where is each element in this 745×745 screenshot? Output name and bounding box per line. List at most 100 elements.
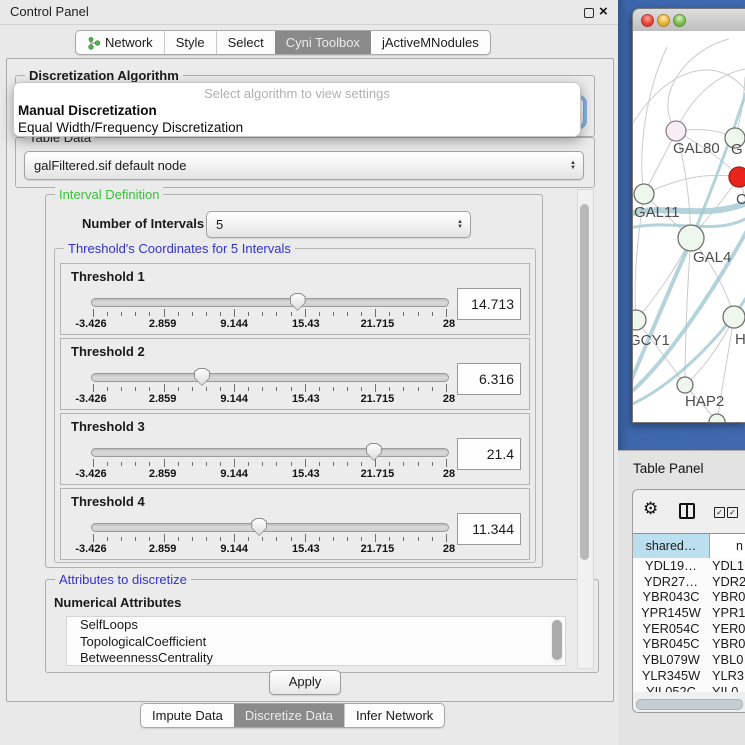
tab-impute-data[interactable]: Impute Data bbox=[141, 704, 234, 727]
control-panel-titlebar: Control Panel × bbox=[0, 0, 618, 25]
close-traffic-light[interactable] bbox=[641, 14, 654, 27]
threshold-value-field[interactable]: 21.4 bbox=[457, 438, 521, 470]
network-node[interactable] bbox=[723, 306, 745, 328]
cell-shared-name[interactable]: YDR27… bbox=[633, 574, 709, 590]
table-row[interactable]: YIL052CYIL0 bbox=[633, 684, 745, 693]
table-row[interactable]: YLR345WYLR3 bbox=[633, 668, 745, 684]
tab-infer-network[interactable]: Infer Network bbox=[344, 704, 444, 727]
tick-mark bbox=[375, 534, 376, 542]
network-node[interactable] bbox=[677, 377, 693, 393]
close-icon[interactable]: × bbox=[599, 3, 608, 20]
tick-mark bbox=[164, 459, 165, 467]
cell-shared-name[interactable]: YIL052C bbox=[633, 684, 709, 693]
slider-track[interactable] bbox=[91, 373, 449, 382]
dropdown-option-equal-width[interactable]: Equal Width/Frequency Discretization bbox=[14, 119, 580, 136]
threshold-value-field[interactable]: 6.316 bbox=[457, 363, 521, 395]
network-node[interactable] bbox=[634, 184, 654, 204]
network-edge[interactable] bbox=[691, 93, 745, 240]
cell-shared-name[interactable]: YLR345W bbox=[633, 668, 709, 684]
column-header-name[interactable]: n bbox=[710, 534, 745, 558]
table-row[interactable]: YBR045CYBR0 bbox=[633, 636, 745, 652]
table-row[interactable]: YDL19…YDL1 bbox=[633, 558, 745, 574]
cell-name[interactable]: YLR3 bbox=[709, 668, 745, 684]
tab-select[interactable]: Select bbox=[216, 31, 275, 54]
network-node[interactable] bbox=[678, 225, 704, 251]
tick-mark bbox=[234, 309, 235, 317]
cell-shared-name[interactable]: YER054C bbox=[633, 621, 709, 637]
gear-icon[interactable]: ⚙ bbox=[643, 499, 658, 519]
threshold-slider[interactable]: -3.4262.8599.14415.4321.71528 bbox=[91, 365, 449, 405]
threshold-slider[interactable]: -3.4262.8599.14415.4321.71528 bbox=[91, 440, 449, 480]
threshold-value-field[interactable]: 14.713 bbox=[457, 288, 521, 320]
attribute-list-item[interactable]: BetweennessCentrality bbox=[67, 650, 565, 666]
tab-network[interactable]: Network bbox=[76, 31, 164, 54]
checkbox-icon[interactable]: ✓ bbox=[714, 507, 725, 518]
cell-name[interactable]: YIL0 bbox=[709, 684, 745, 693]
table-row[interactable]: YER054CYER0 bbox=[633, 621, 745, 637]
cell-name[interactable]: YPR1 bbox=[709, 605, 745, 621]
threshold-slider[interactable]: -3.4262.8599.14415.4321.71528 bbox=[91, 515, 449, 555]
network-canvas[interactable]: GAL80GCGAL11GAL4GCY1HHAP2 bbox=[633, 31, 745, 422]
threshold-slider[interactable]: -3.4262.8599.14415.4321.71528 bbox=[91, 290, 449, 330]
tick-mark bbox=[389, 387, 390, 391]
tick-mark bbox=[446, 459, 447, 467]
cell-name[interactable]: YER0 bbox=[709, 621, 745, 637]
table-row[interactable]: YDR27…YDR2 bbox=[633, 574, 745, 590]
minimize-traffic-light[interactable] bbox=[657, 14, 670, 27]
table-row[interactable]: YPR145WYPR1 bbox=[633, 605, 745, 621]
cell-shared-name[interactable]: YBR043C bbox=[633, 589, 709, 605]
split-columns-icon[interactable] bbox=[679, 503, 695, 519]
network-window[interactable]: GAL80GCGAL11GAL4GCY1HHAP2 bbox=[632, 8, 745, 423]
network-edge[interactable] bbox=[685, 317, 734, 385]
tab-jactivemnodules[interactable]: jActiveMNodules bbox=[371, 31, 490, 54]
network-edge[interactable] bbox=[668, 39, 729, 131]
network-window-titlebar[interactable] bbox=[633, 9, 745, 32]
checkbox-icon[interactable]: ✓ bbox=[727, 507, 738, 518]
scrollbar-thumb[interactable] bbox=[552, 620, 562, 660]
slider-track[interactable] bbox=[91, 298, 449, 307]
cell-shared-name[interactable]: YBR045C bbox=[633, 636, 709, 652]
zoom-traffic-light[interactable] bbox=[673, 14, 686, 27]
cell-shared-name[interactable]: YBL079W bbox=[633, 652, 709, 668]
cell-name[interactable]: YBR0 bbox=[709, 636, 745, 652]
list-scrollbar[interactable] bbox=[551, 619, 563, 663]
table-row[interactable]: YBL079WYBL0 bbox=[633, 652, 745, 668]
scrollbar-thumb[interactable] bbox=[580, 204, 589, 560]
slider-track[interactable] bbox=[91, 448, 449, 457]
tab-cyni-toolbox[interactable]: Cyni Toolbox bbox=[275, 31, 371, 54]
table-row[interactable]: YBR043CYBR0 bbox=[633, 589, 745, 605]
network-node[interactable] bbox=[666, 121, 686, 141]
network-edge[interactable] bbox=[644, 175, 739, 194]
table-data-dropdown[interactable]: galFiltered.sif default node ▲▼ bbox=[24, 151, 584, 180]
cell-name[interactable]: YBL0 bbox=[709, 652, 745, 668]
tick-mark bbox=[206, 462, 207, 466]
network-graph[interactable]: GAL80GCGAL11GAL4GCY1HHAP2 bbox=[633, 31, 745, 422]
apply-button[interactable]: Apply bbox=[269, 670, 341, 695]
dropdown-stepper-icon: ▲▼ bbox=[570, 161, 576, 171]
tick-mark bbox=[291, 462, 292, 466]
tick-mark bbox=[206, 537, 207, 541]
scrollbar-thumb[interactable] bbox=[636, 699, 743, 710]
column-header-shared-name[interactable]: shared… bbox=[633, 534, 710, 558]
threshold-value-field[interactable]: 11.344 bbox=[457, 513, 521, 545]
dropdown-option-manual[interactable]: Manual Discretization bbox=[14, 102, 580, 119]
cell-shared-name[interactable]: YDL19… bbox=[633, 558, 709, 574]
tab-label: Style bbox=[176, 35, 205, 50]
attribute-list-item[interactable]: SelfLoops bbox=[67, 617, 565, 634]
network-node[interactable] bbox=[729, 167, 745, 187]
cell-name[interactable]: YDL1 bbox=[709, 558, 745, 574]
attribute-list-item[interactable]: TopologicalCoefficient bbox=[67, 634, 565, 651]
slider-track[interactable] bbox=[91, 523, 449, 532]
horizontal-scrollbar[interactable] bbox=[635, 698, 745, 709]
number-of-intervals-dropdown[interactable]: 5 ▲▼ bbox=[206, 211, 471, 238]
cell-shared-name[interactable]: YPR145W bbox=[633, 605, 709, 621]
cell-name[interactable]: YBR0 bbox=[709, 589, 745, 605]
network-node[interactable] bbox=[633, 310, 646, 330]
numerical-attributes-list[interactable]: SelfLoopsTopologicalCoefficientBetweenne… bbox=[66, 616, 566, 666]
tab-discretize-data[interactable]: Discretize Data bbox=[234, 704, 344, 727]
cell-name[interactable]: YDR2 bbox=[709, 574, 745, 590]
float-window-icon[interactable] bbox=[584, 8, 594, 18]
tab-style[interactable]: Style bbox=[164, 31, 216, 54]
vertical-scrollbar[interactable] bbox=[577, 189, 594, 669]
network-edge[interactable] bbox=[642, 47, 667, 194]
